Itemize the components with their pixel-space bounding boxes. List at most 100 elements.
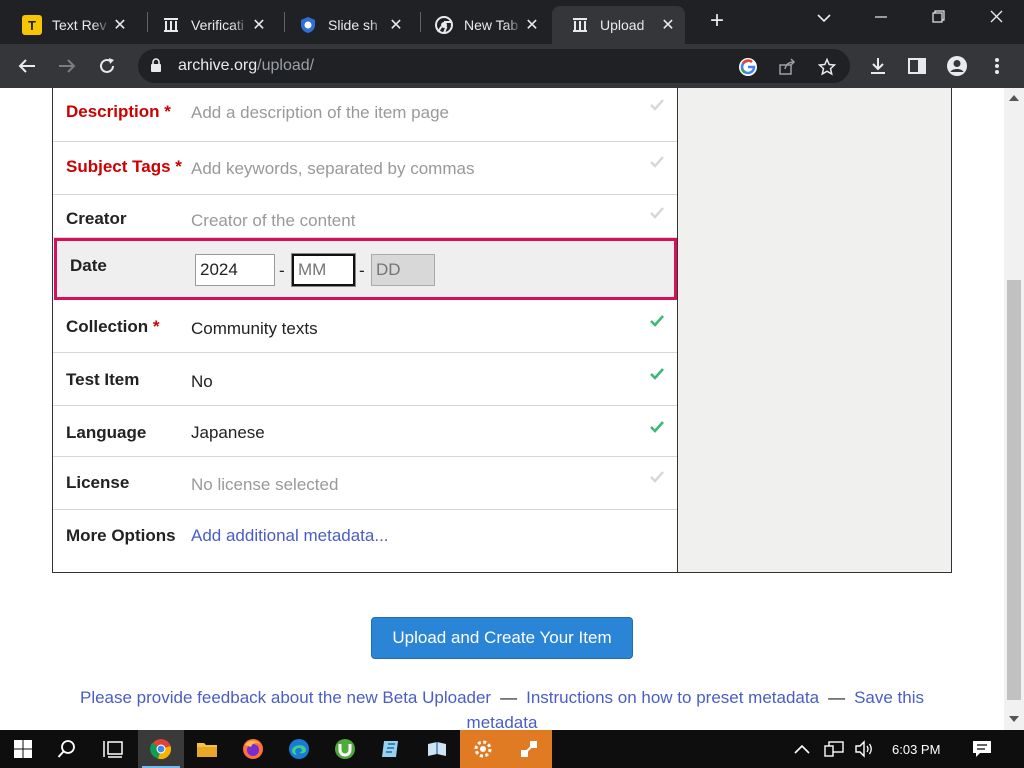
row-license[interactable]: License No license selected — [53, 457, 677, 510]
new-tab-button[interactable]: + — [704, 9, 730, 35]
tab-slideshow[interactable]: Slide sh ✕ — [280, 6, 413, 44]
preset-instructions-link[interactable]: Instructions on how to preset metadata — [526, 688, 819, 707]
check-icon — [650, 99, 664, 111]
more-options-label: More Options — [66, 526, 176, 545]
clock-time[interactable]: 6:03 PM — [892, 730, 940, 768]
close-window-button[interactable] — [976, 6, 1016, 32]
creator-field[interactable]: Creator of the content — [191, 211, 355, 231]
tools-app-icon[interactable] — [506, 730, 552, 768]
tab-text-review[interactable]: T Text Rev ✕ — [4, 6, 137, 44]
creator-label: Creator — [66, 209, 127, 228]
lock-icon[interactable] — [150, 58, 162, 78]
reload-button[interactable] — [93, 52, 121, 80]
date-separator: - — [359, 261, 365, 280]
add-metadata-link[interactable]: Add additional metadata... — [191, 526, 389, 546]
archive-icon — [161, 15, 181, 35]
collection-label: Collection * — [66, 317, 160, 336]
tab-search-chevron-icon[interactable] — [804, 6, 844, 32]
description-field[interactable]: Add a description of the item page — [191, 103, 449, 123]
close-icon[interactable]: ✕ — [659, 15, 677, 35]
url-text[interactable]: archive.org/upload/ — [178, 57, 314, 75]
google-icon[interactable] — [736, 55, 760, 79]
task-view-icon[interactable] — [90, 730, 136, 768]
scroll-down-arrow-icon[interactable] — [1009, 716, 1019, 722]
upload-create-button[interactable]: Upload and Create Your Item — [371, 617, 633, 659]
date-separator: - — [279, 261, 285, 280]
archive-icon — [570, 15, 590, 35]
date-year-input[interactable] — [195, 254, 275, 286]
subject-tags-label: Subject Tags * — [66, 157, 182, 176]
browser-toolbar: archive.org/upload/ — [0, 44, 1024, 88]
windows-start-icon[interactable] — [0, 730, 46, 768]
scrollbar-thumb[interactable] — [1007, 280, 1021, 700]
close-icon[interactable]: ✕ — [111, 15, 129, 35]
utorrent-icon[interactable] — [322, 730, 368, 768]
row-more-options: More Options Add additional metadata... — [53, 510, 677, 562]
menu-kebab-icon[interactable] — [983, 52, 1011, 80]
feedback-link[interactable]: Please provide feedback about the new Be… — [80, 688, 491, 707]
collection-field[interactable]: Community texts — [191, 319, 318, 339]
address-bar[interactable]: archive.org/upload/ — [138, 49, 850, 83]
row-subject-tags[interactable]: Subject Tags * Add keywords, separated b… — [53, 142, 677, 195]
chrome-taskbar-icon[interactable] — [138, 730, 184, 768]
language-label: Language — [66, 423, 147, 442]
bookmark-star-icon[interactable] — [815, 55, 839, 79]
tray-overflow-chevron-icon[interactable] — [794, 730, 810, 768]
edge-icon[interactable] — [276, 730, 322, 768]
date-label: Date — [70, 256, 107, 275]
shield-icon — [298, 15, 318, 35]
tab-verification[interactable]: Verificati ✕ — [143, 6, 276, 44]
description-label: Description * — [66, 102, 171, 121]
language-field[interactable]: Japanese — [191, 423, 265, 443]
search-icon[interactable] — [44, 730, 90, 768]
volume-icon[interactable] — [854, 730, 874, 768]
side-panel-icon[interactable] — [903, 52, 931, 80]
check-icon — [650, 315, 664, 327]
tab-new-tab[interactable]: New Tab ✕ — [416, 6, 549, 44]
row-collection[interactable]: Collection * Community texts — [53, 300, 677, 353]
forward-button[interactable] — [53, 52, 81, 80]
vertical-scrollbar[interactable] — [1004, 88, 1024, 730]
close-icon[interactable]: ✕ — [387, 15, 405, 35]
close-icon[interactable]: ✕ — [250, 15, 268, 35]
network-icon[interactable] — [824, 730, 844, 768]
text-review-icon: T — [22, 15, 42, 35]
restore-button[interactable] — [918, 6, 958, 32]
share-icon[interactable] — [775, 55, 799, 79]
close-icon[interactable]: ✕ — [523, 15, 541, 35]
license-field[interactable]: No license selected — [191, 475, 338, 495]
row-creator[interactable]: Creator Creator of the content — [53, 195, 677, 238]
file-explorer-icon[interactable] — [184, 730, 230, 768]
row-date: Date - - — [54, 238, 677, 300]
row-test-item[interactable]: Test Item No — [53, 353, 677, 406]
row-description[interactable]: Description * Add a description of the i… — [53, 88, 677, 142]
check-icon — [650, 421, 664, 433]
footer-links: Please provide feedback about the new Be… — [60, 685, 944, 730]
settings-gear-icon[interactable] — [460, 730, 506, 768]
row-language[interactable]: Language Japanese — [53, 406, 677, 457]
tab-title: Slide sh — [328, 17, 378, 33]
metadata-form: Description * Add a description of the i… — [52, 88, 678, 573]
subject-tags-field[interactable]: Add keywords, separated by commas — [191, 159, 474, 179]
date-month-input[interactable] — [291, 253, 356, 287]
tab-upload[interactable]: Upload ✕ — [552, 6, 685, 44]
tab-title: Verificati — [191, 17, 244, 33]
license-label: License — [66, 473, 130, 492]
download-icon[interactable] — [864, 52, 892, 80]
back-button[interactable] — [13, 52, 41, 80]
test-item-label: Test Item — [66, 370, 140, 389]
notes-app-icon[interactable] — [368, 730, 414, 768]
check-icon — [650, 471, 664, 483]
tab-title: Upload — [600, 17, 645, 33]
profile-avatar-icon[interactable] — [943, 52, 971, 80]
tab-title: Text Rev — [52, 17, 107, 33]
minimize-button[interactable] — [861, 6, 901, 32]
page-content: Description * Add a description of the i… — [0, 88, 1004, 730]
scroll-up-arrow-icon[interactable] — [1009, 95, 1019, 101]
test-item-field[interactable]: No — [191, 372, 213, 392]
date-day-input[interactable] — [371, 254, 435, 286]
reader-app-icon[interactable] — [414, 730, 460, 768]
notification-center-icon[interactable] — [972, 730, 992, 768]
firefox-icon[interactable] — [230, 730, 276, 768]
windows-taskbar: 6:03 PM — [0, 730, 1024, 768]
